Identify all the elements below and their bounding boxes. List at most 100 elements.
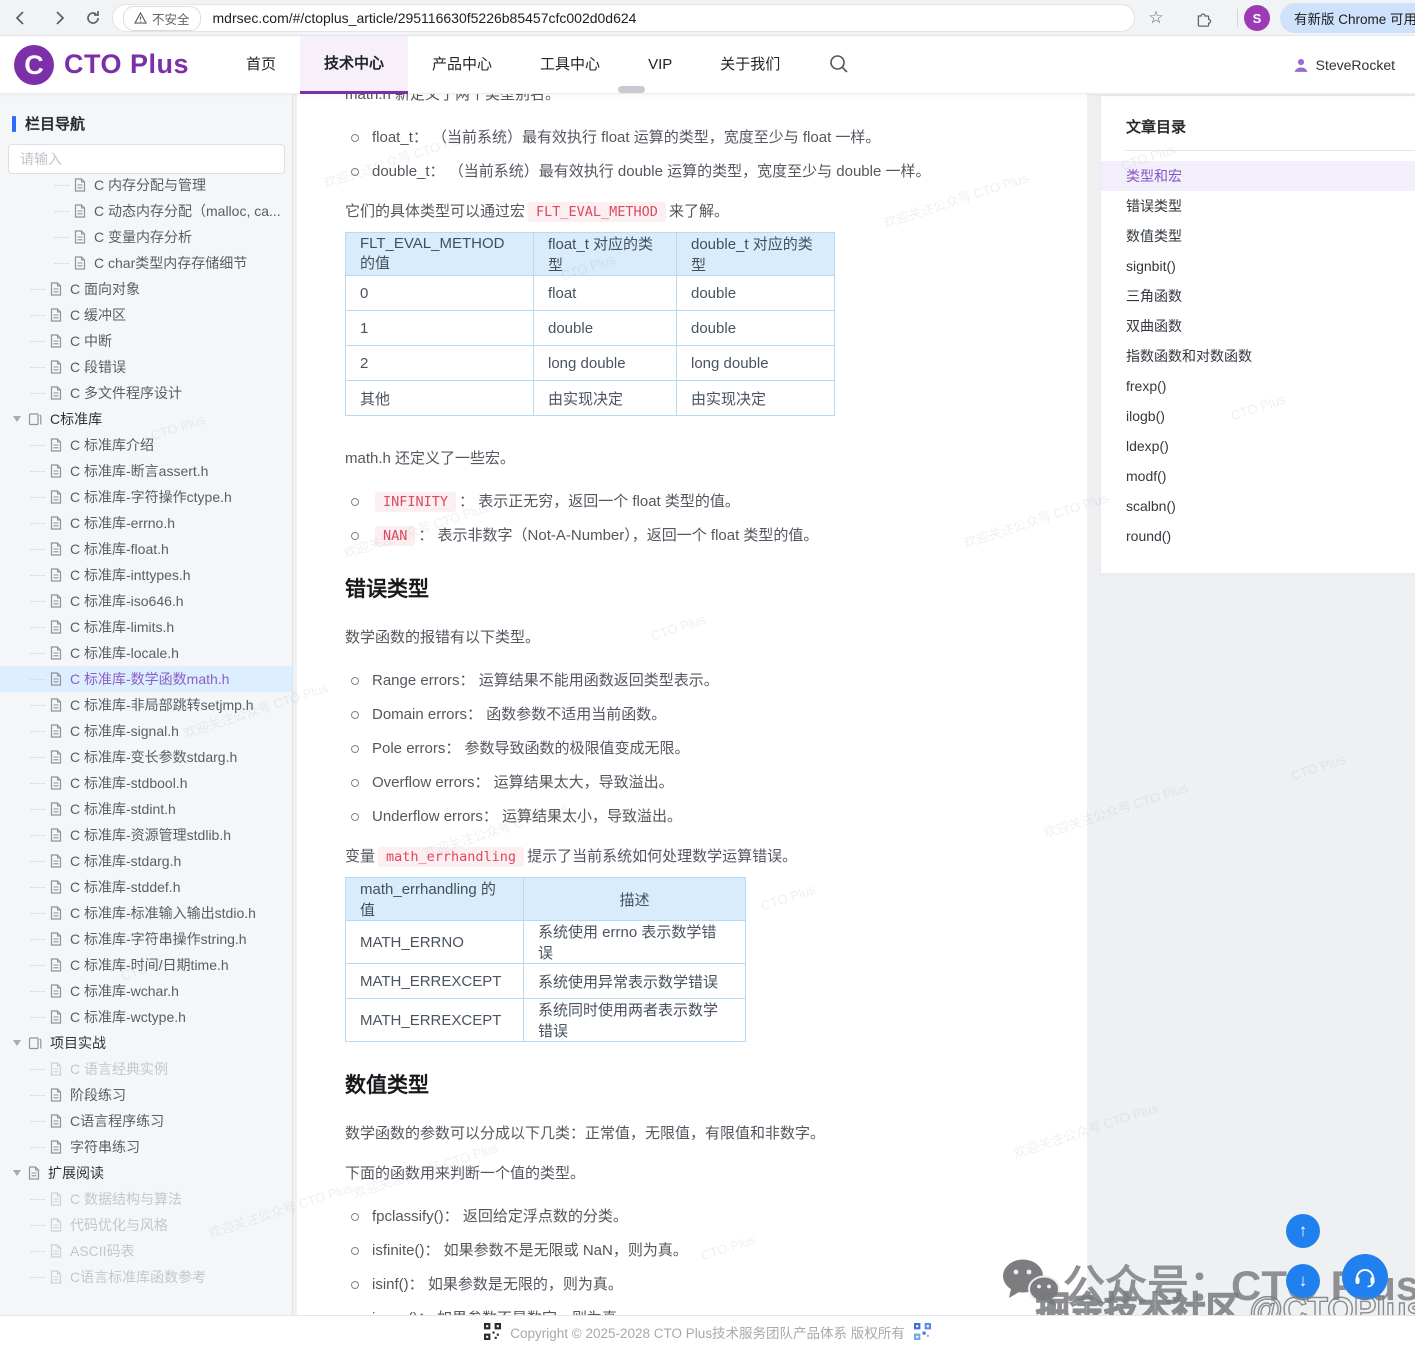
tree-item[interactable]: C 标准库-limits.h bbox=[0, 614, 292, 640]
nav-item[interactable]: 关于我们 bbox=[696, 36, 804, 94]
tree-item[interactable]: C char类型内存存储细节 bbox=[0, 250, 292, 276]
list-item: isinf()： 如果参数是无限的，则为真。 bbox=[345, 1275, 1039, 1295]
nav-item[interactable]: 工具中心 bbox=[516, 36, 624, 94]
tree-item[interactable]: C 标准库-断言assert.h bbox=[0, 458, 292, 484]
tree-item[interactable]: C 动态内存分配（malloc, ca... bbox=[0, 198, 292, 224]
inline-code: FLT_EVAL_METHOD bbox=[528, 202, 666, 222]
tree-item[interactable]: C标准库 bbox=[0, 406, 292, 432]
tree-item[interactable]: C 标准库-inttypes.h bbox=[0, 562, 292, 588]
tree-item[interactable]: C 标准库介绍 bbox=[0, 432, 292, 458]
tree-item[interactable]: C 多文件程序设计 bbox=[0, 380, 292, 406]
nav-item[interactable]: 首页 bbox=[222, 36, 300, 94]
search-icon[interactable] bbox=[828, 53, 852, 77]
macro-list: INFINITY： 表示正无穷，返回一个 float 类型的值。NAN： 表示非… bbox=[345, 492, 1039, 546]
tree-item[interactable]: ASCII码表 bbox=[0, 1238, 292, 1264]
tree-item[interactable]: C 段错误 bbox=[0, 354, 292, 380]
tree-item[interactable]: C 变量内存分析 bbox=[0, 224, 292, 250]
url-text[interactable]: mdrsec.com/#/ctoplus_article/295116630f5… bbox=[213, 10, 637, 26]
toc-item[interactable]: 错误类型 bbox=[1101, 191, 1415, 221]
tree-item[interactable]: C 标准库-非局部跳转setjmp.h bbox=[0, 692, 292, 718]
tree-item[interactable]: 扩展阅读 bbox=[0, 1160, 292, 1186]
tree-item[interactable]: C 面向对象 bbox=[0, 276, 292, 302]
brand-logo[interactable]: C bbox=[14, 45, 54, 85]
tree-item[interactable]: C 标准库-stddef.h bbox=[0, 874, 292, 900]
nav-item[interactable]: 产品中心 bbox=[408, 36, 516, 94]
tree-item[interactable]: 代码优化与风格 bbox=[0, 1212, 292, 1238]
back-icon[interactable] bbox=[8, 5, 34, 31]
toc-item[interactable]: 数值类型 bbox=[1101, 221, 1415, 251]
tree-item[interactable]: C 标准库-signal.h bbox=[0, 718, 292, 744]
brand-name[interactable]: CTO Plus bbox=[64, 49, 189, 80]
toc-item[interactable]: 指数函数和对数函数 bbox=[1101, 341, 1415, 371]
tree-item[interactable]: C 标准库-stdarg.h bbox=[0, 848, 292, 874]
main-nav: 首页技术中心产品中心工具中心VIP关于我们 bbox=[222, 36, 804, 94]
toc-item[interactable]: 三角函数 bbox=[1101, 281, 1415, 311]
tree-item[interactable]: 项目实战 bbox=[0, 1030, 292, 1056]
toc-item[interactable]: scalbn() bbox=[1101, 491, 1415, 521]
scrollbar-thumb[interactable] bbox=[618, 86, 645, 93]
toc-item[interactable]: 类型和宏 bbox=[1101, 161, 1415, 191]
tree-item[interactable]: C 标准库-数学函数math.h bbox=[0, 666, 292, 692]
reload-icon[interactable] bbox=[80, 5, 106, 31]
toc-item[interactable]: 双曲函数 bbox=[1101, 311, 1415, 341]
flt-eval-method-table: FLT_EVAL_METHOD 的值 float_t 对应的类型 double_… bbox=[345, 232, 835, 416]
file-icon bbox=[50, 854, 62, 868]
toc-item[interactable]: signbit() bbox=[1101, 251, 1415, 281]
tree-item[interactable]: C 标准库-资源管理stdlib.h bbox=[0, 822, 292, 848]
toc-item[interactable]: ldexp() bbox=[1101, 431, 1415, 461]
bookmark-star-icon[interactable]: ☆ bbox=[1143, 5, 1169, 31]
tree-item[interactable]: C 内存分配与管理 bbox=[0, 178, 292, 198]
tree-item[interactable]: C 标准库-float.h bbox=[0, 536, 292, 562]
file-icon bbox=[50, 776, 62, 790]
file-icon bbox=[50, 698, 62, 712]
file-icon bbox=[50, 724, 62, 738]
tree-item[interactable]: C 标准库-errno.h bbox=[0, 510, 292, 536]
chevron-down-icon[interactable] bbox=[13, 1040, 21, 1046]
file-icon bbox=[50, 958, 62, 972]
tree-item[interactable]: C 标准库-wctype.h bbox=[0, 1004, 292, 1030]
tree-item[interactable]: C语言程序练习 bbox=[0, 1108, 292, 1134]
tree-item[interactable]: C语言标准库函数参考 bbox=[0, 1264, 292, 1287]
list-item: isfinite()： 如果参数不是无限或 NaN，则为真。 bbox=[345, 1241, 1039, 1261]
tree-item[interactable]: 字符串练习 bbox=[0, 1134, 292, 1160]
browser-profile-avatar[interactable]: S bbox=[1244, 5, 1270, 31]
extensions-icon[interactable] bbox=[1190, 5, 1216, 31]
toc-item[interactable]: ilogb() bbox=[1101, 401, 1415, 431]
security-chip[interactable]: 不安全 bbox=[123, 6, 201, 31]
tree-item[interactable]: C 标准库-wchar.h bbox=[0, 978, 292, 1004]
chevron-down-icon[interactable] bbox=[13, 1170, 21, 1176]
section-heading-values: 数值类型 bbox=[345, 1069, 1039, 1099]
tree-item[interactable]: C 标准库-stdbool.h bbox=[0, 770, 292, 796]
qr-icon bbox=[484, 1323, 501, 1340]
toc-item[interactable]: frexp() bbox=[1101, 371, 1415, 401]
nav-item[interactable]: 技术中心 bbox=[300, 36, 408, 94]
tree-item[interactable]: C 标准库-标准输入输出stdio.h bbox=[0, 900, 292, 926]
tree-item[interactable]: 阶段练习 bbox=[0, 1082, 292, 1108]
table-row: 1doubledouble bbox=[346, 311, 835, 346]
file-icon bbox=[28, 1166, 40, 1180]
tree-item[interactable]: C 中断 bbox=[0, 328, 292, 354]
chevron-down-icon[interactable] bbox=[13, 416, 21, 422]
tree-item[interactable]: C 语言经典实例 bbox=[0, 1056, 292, 1082]
tree-item[interactable]: C 标准库-字符串操作string.h bbox=[0, 926, 292, 952]
folder-icon bbox=[28, 412, 42, 426]
page-footer: Copyright © 2025-2028 CTO Plus技术服务团队产品体系… bbox=[0, 1315, 1415, 1347]
tree-item[interactable]: C 标准库-locale.h bbox=[0, 640, 292, 666]
chrome-update-button[interactable]: 有新版 Chrome 可用 bbox=[1280, 3, 1415, 33]
toc-item[interactable]: modf() bbox=[1101, 461, 1415, 491]
toc-item[interactable]: round() bbox=[1101, 521, 1415, 551]
user-menu[interactable]: SteveRocket bbox=[1293, 36, 1395, 94]
forward-icon[interactable] bbox=[46, 5, 72, 31]
sidebar-search-input[interactable] bbox=[8, 144, 285, 174]
tree-item[interactable]: C 标准库-字符操作ctype.h bbox=[0, 484, 292, 510]
tree-item[interactable]: C 标准库-时间/日期time.h bbox=[0, 952, 292, 978]
qr-icon-color bbox=[914, 1323, 931, 1340]
back-to-top-button[interactable]: ↑ bbox=[1286, 1214, 1320, 1248]
tree-item[interactable]: C 标准库-iso646.h bbox=[0, 588, 292, 614]
tree-item[interactable]: C 标准库-变长参数stdarg.h bbox=[0, 744, 292, 770]
address-bar[interactable]: 不安全 mdrsec.com/#/ctoplus_article/2951166… bbox=[112, 4, 1135, 32]
tree-item[interactable]: C 数据结构与算法 bbox=[0, 1186, 292, 1212]
tree-item[interactable]: C 标准库-stdint.h bbox=[0, 796, 292, 822]
tree-item[interactable]: C 缓冲区 bbox=[0, 302, 292, 328]
toc-title: 文章目录 bbox=[1126, 116, 1415, 137]
